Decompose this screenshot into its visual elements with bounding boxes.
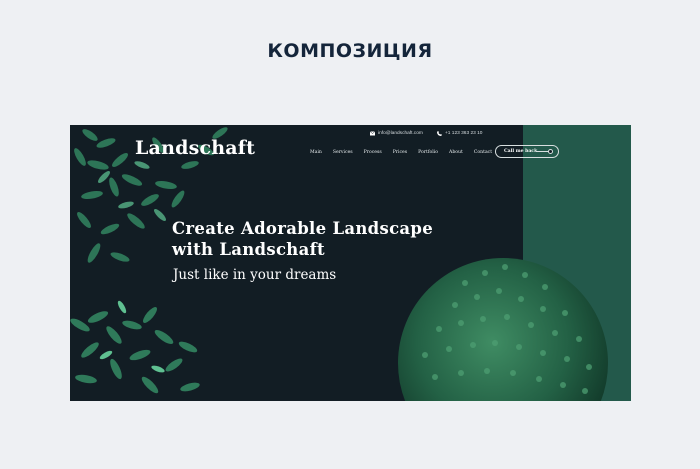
site-logo[interactable]: Landschaft — [135, 137, 255, 159]
topiary-bush-image — [398, 258, 608, 401]
envelope-icon — [370, 131, 375, 136]
nav-item-prices[interactable]: Prices — [393, 150, 407, 155]
nav-item-contact[interactable]: Contact — [474, 150, 492, 155]
nav-item-process[interactable]: Process — [364, 150, 382, 155]
nav-item-portfolio[interactable]: Portfolio — [418, 150, 438, 155]
arrow-right-icon — [536, 149, 553, 154]
website-mockup: Landschaft info@landschaft.com +1 123 36… — [70, 125, 631, 401]
hero-title-line-1: Create Adorable Landscape — [172, 219, 434, 238]
contact-phone-text: +1 123 363 23 10 — [445, 131, 483, 136]
contact-email-text: info@landschaft.com — [378, 131, 423, 136]
contact-email[interactable]: info@landschaft.com — [370, 131, 423, 136]
nav-item-services[interactable]: Services — [333, 150, 353, 155]
nav-item-about[interactable]: About — [449, 150, 463, 155]
nav-item-main[interactable]: Main — [310, 150, 322, 155]
foliage-bottom-left-image — [70, 300, 200, 394]
page-heading: КОМПОЗИЦИЯ — [267, 40, 433, 62]
call-me-back-button[interactable]: Call me back — [495, 145, 559, 158]
hero-subtitle: Just like in your dreams — [173, 267, 337, 283]
contact-phone[interactable]: +1 123 363 23 10 — [437, 131, 482, 136]
call-me-back-label: Call me back — [504, 149, 538, 154]
hero-title-line-2: with Landschaft — [172, 240, 325, 259]
phone-icon — [437, 131, 442, 136]
hero-title: Create Adorable Landscape with Landschaf… — [172, 218, 472, 260]
main-nav: Main Services Process Prices Portfolio A… — [310, 150, 503, 155]
